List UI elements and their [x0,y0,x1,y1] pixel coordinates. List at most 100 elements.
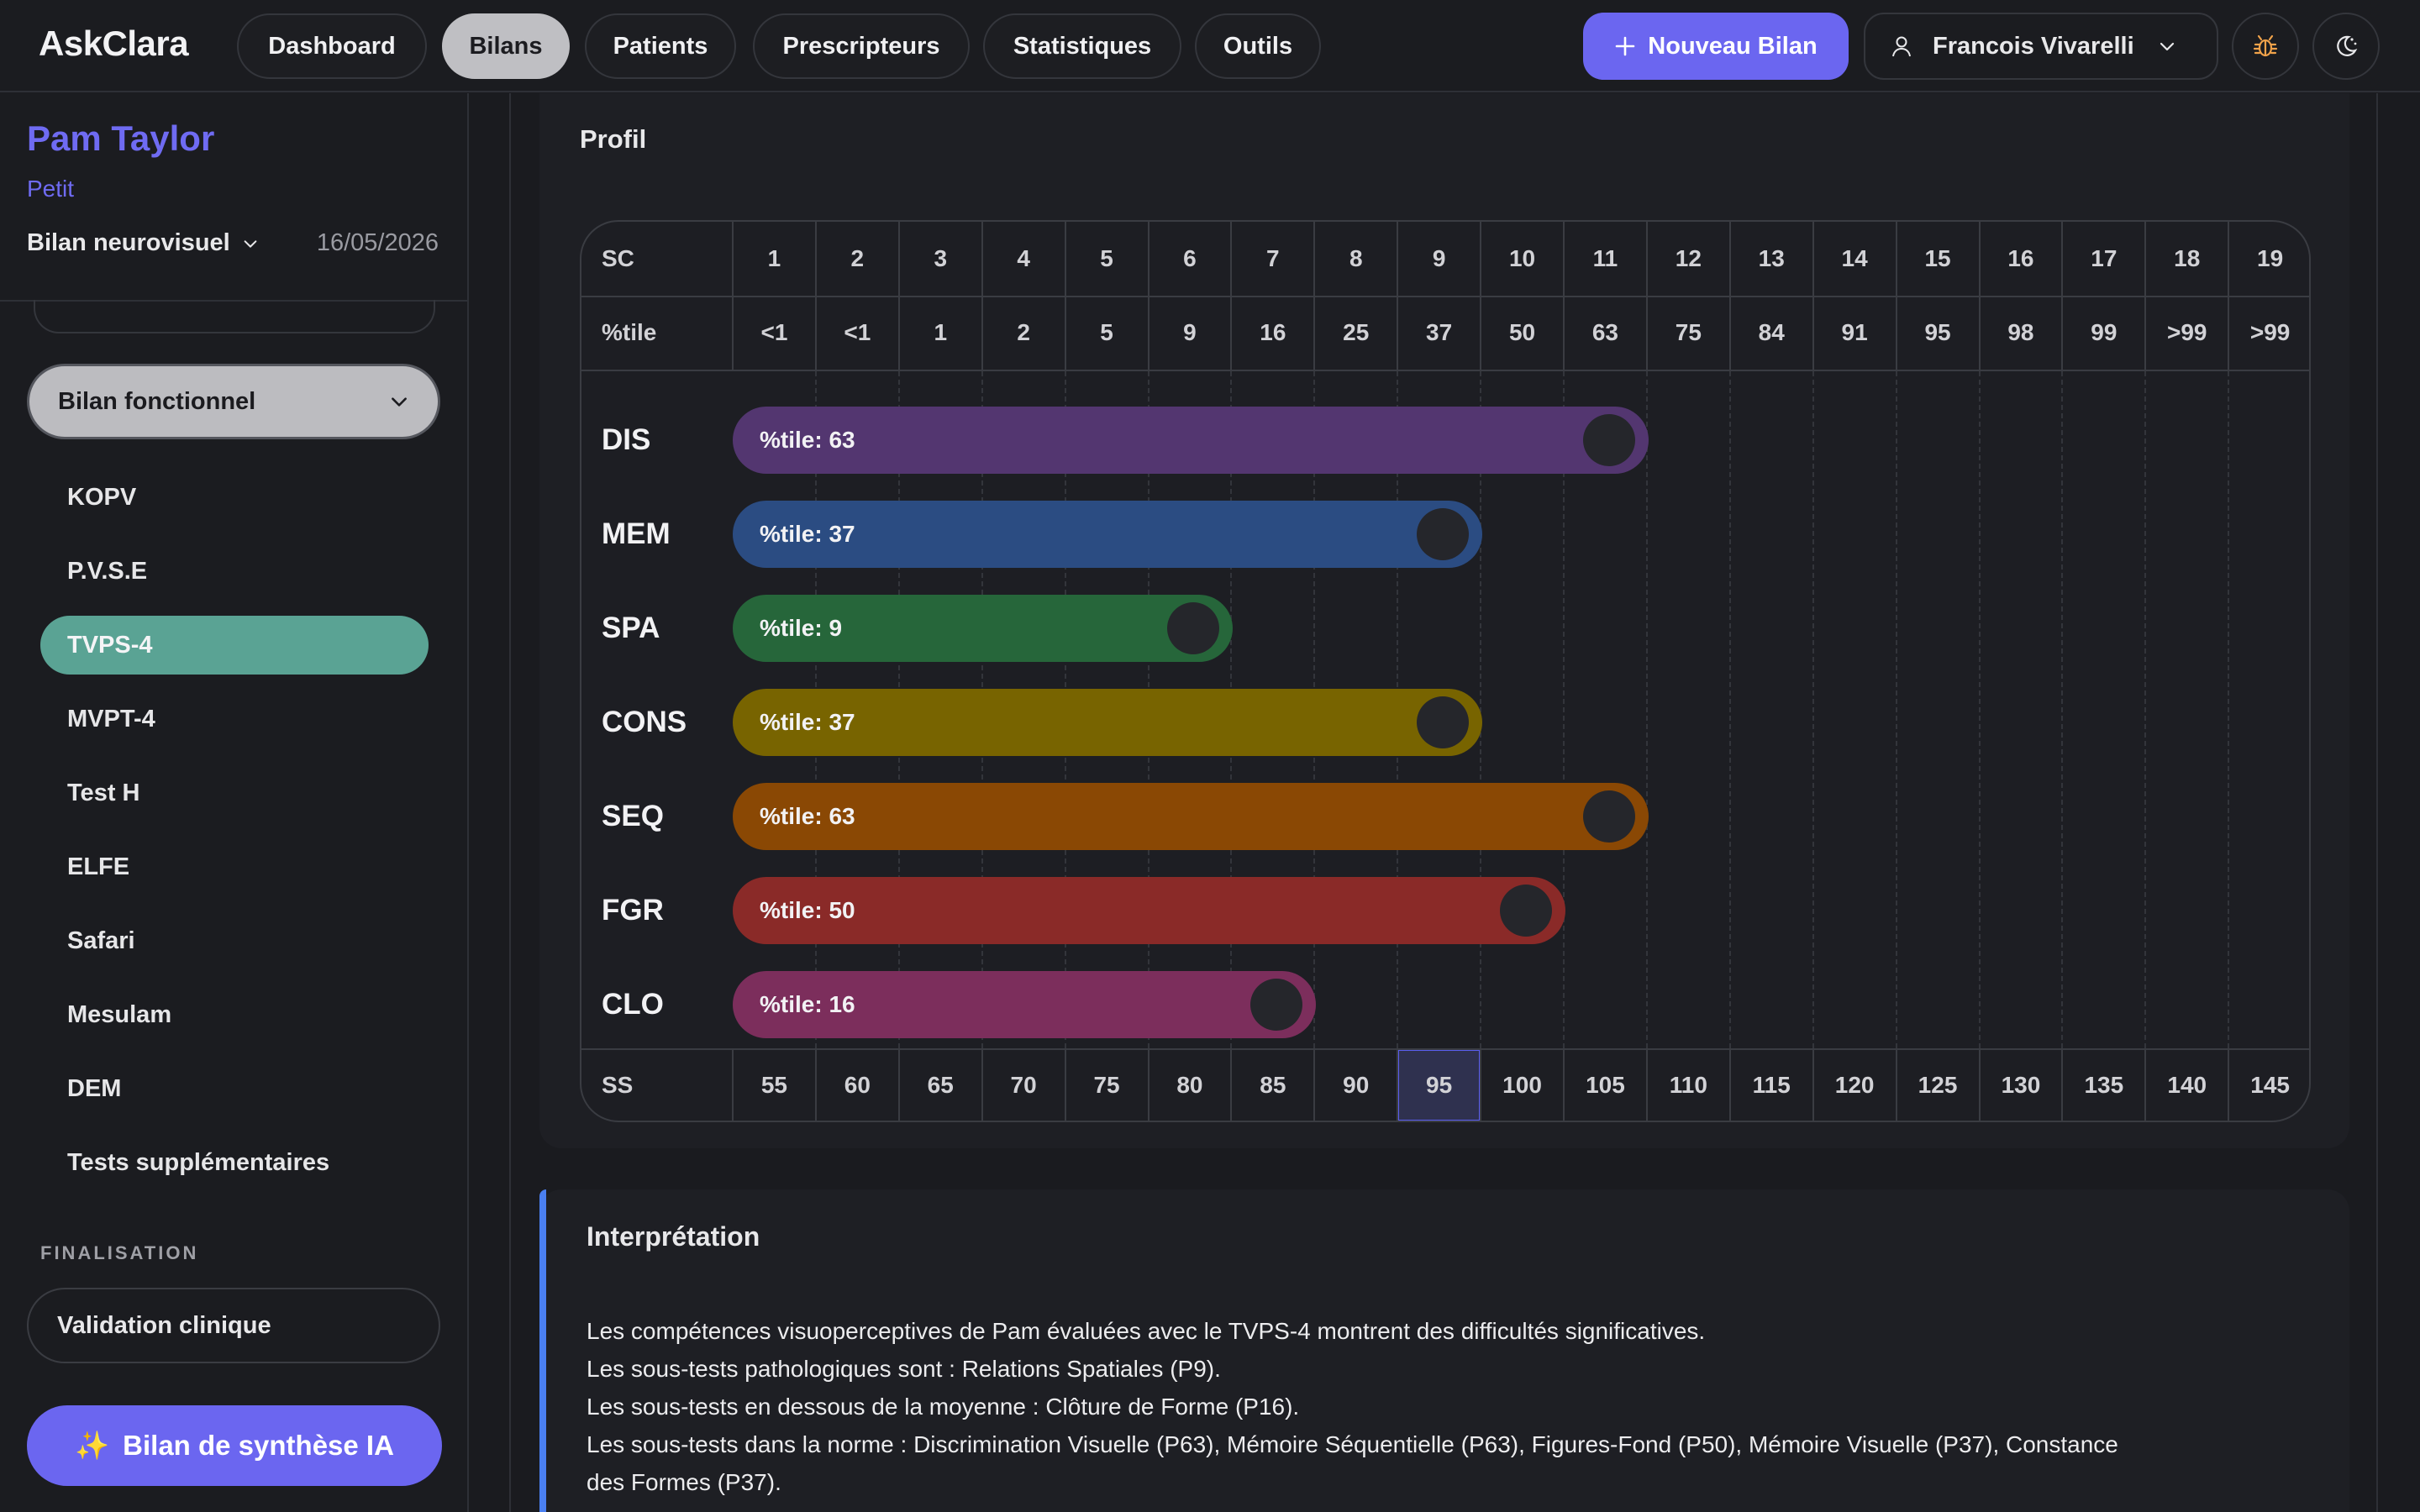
sidebar-item-tests-supplementaires[interactable]: Tests supplémentaires [40,1133,429,1192]
profil-chart: SC %tile SS 1 2 3 4 5 6 7 8 9 10 11 12 13 14 15 16 17 18 19 <1… [580,220,2311,1122]
profil-title: Profil [580,124,647,154]
sc-cell: 3 [934,245,948,271]
new-bilan-button[interactable]: Nouveau Bilan [1583,13,1849,80]
grid-dash [1978,371,1981,1048]
score-bar-handle[interactable] [1417,696,1470,748]
interpretation-accent-bar [539,1189,546,1512]
app-logo[interactable]: AskClara [39,24,189,64]
score-bar-dis[interactable]: %tile: 63 [733,407,1649,474]
percentile-cell: 91 [1841,319,1868,345]
ss-cell: 145 [2250,1072,2290,1098]
sidebar-item-tvps4[interactable]: TVPS-4 [40,616,429,675]
scrollbar-track[interactable] [2376,93,2378,1512]
scrolled-item [34,300,435,333]
score-bar-handle[interactable] [1582,414,1635,466]
sidebar-item-pvse[interactable]: P.V.S.E [40,542,429,601]
theme-toggle-icon [2337,35,2358,56]
ss-cell: 120 [1834,1072,1875,1098]
nav-prescripteurs[interactable]: Prescripteurs [753,13,970,79]
bilan-date: 16/05/2026 [316,229,439,256]
ss-cell: 130 [2001,1072,2041,1098]
sc-cell: 15 [1924,245,1951,271]
interpretation-line: Les compétences visuoperceptives de Pam … [587,1318,1706,1344]
sidebar-item-dem[interactable]: DEM [40,1059,429,1118]
score-bar-handle[interactable] [1250,979,1303,1031]
sc-cell: 2 [850,245,865,271]
sc-cell: 1 [767,245,781,271]
score-bar-handle[interactable] [1582,790,1635,843]
sc-cell: 14 [1841,245,1868,271]
finalisation-section-label: FINALISATION [40,1242,199,1263]
score-bar-cons[interactable]: %tile: 37 [733,689,1483,756]
theme-toggle-button[interactable] [2312,13,2380,80]
nav-statistiques[interactable]: Statistiques [983,13,1181,79]
sc-cell: 18 [2174,245,2201,271]
bar-label-seq: SEQ [602,800,664,832]
nav-bilans[interactable]: Bilans [442,13,570,79]
bilan-type-selector[interactable]: Bilan neurovisuel [27,229,259,257]
interpretation-title: Interprétation [587,1221,760,1252]
user-menu-button[interactable]: Francois Vivarelli [1864,13,2218,80]
sc-cell: 11 [1592,245,1618,271]
sidebar-item-test-h[interactable]: Test H [40,764,429,822]
score-bar-text: %tile: 63 [760,427,855,453]
bar-label-cons: CONS [602,706,687,738]
ss-cell: 55 [760,1072,788,1098]
score-bar-seq[interactable]: %tile: 63 [733,783,1649,850]
bug-icon [2253,34,2278,57]
score-bar-mem[interactable]: %tile: 37 [733,501,1483,568]
percentile-cell: 5 [1100,319,1113,345]
sidebar-item-kopv[interactable]: KOPV [40,468,429,527]
bar-label-dis: DIS [602,423,651,456]
validation-clinique-button[interactable]: Validation clinique [27,1288,440,1363]
ss-cell: 80 [1176,1072,1203,1098]
chevron-down-icon [2160,42,2174,51]
sc-cell: 10 [1508,245,1536,271]
score-bar-text: %tile: 16 [760,991,855,1017]
sc-cell: 6 [1183,245,1197,271]
patient-name[interactable]: Pam Taylor [27,118,214,159]
percentile-cell: 16 [1260,319,1286,345]
sc-cell: 9 [1432,245,1446,271]
bilan-synthese-ia-button[interactable]: ✨ Bilan de synthèse IA [27,1405,442,1486]
score-bar-text: %tile: 9 [760,615,843,641]
plus-icon [1615,36,1635,56]
chevron-down-icon [392,397,407,407]
percentile-cell: 99 [2091,319,2118,345]
score-bar-fgr[interactable]: %tile: 50 [733,877,1565,944]
bug-report-button[interactable] [2232,13,2299,80]
nav-dashboard[interactable]: Dashboard [237,13,427,79]
score-bar-text: %tile: 50 [760,897,855,923]
sidebar-item-elfe[interactable]: ELFE [40,837,429,896]
score-bar-spa[interactable]: %tile: 9 [733,595,1234,662]
percentile-cell: 25 [1343,319,1370,345]
grid-dash [2061,371,2064,1048]
row-divider [581,370,2309,371]
sc-cell: 16 [2007,245,2034,271]
sc-cell: 12 [1675,245,1702,271]
sc-cell: 19 [2257,245,2284,271]
nav-patients[interactable]: Patients [585,13,736,79]
grid-dash [1728,371,1731,1048]
ss-cell: 75 [1093,1072,1120,1098]
ss-cell: 60 [844,1072,871,1098]
chevron-down-icon [244,239,257,248]
bilan-type-label: Bilan neurovisuel [27,229,230,256]
section-dropdown[interactable]: Bilan fonctionnel [27,364,440,439]
sidebar-item-safari[interactable]: Safari [40,911,429,970]
patient-subtitle: Petit [27,176,75,202]
sidebar-item-mvpt4[interactable]: MVPT-4 [40,690,429,748]
score-bar-handle[interactable] [1417,508,1470,560]
score-bar-handle[interactable] [1500,885,1552,937]
interpretation-line: Les sous-tests pathologiques sont : Rela… [587,1356,1221,1382]
score-bar-clo[interactable]: %tile: 16 [733,971,1317,1038]
content-left-border [509,93,511,1512]
ss-cell: 110 [1669,1072,1707,1098]
bar-label-fgr: FGR [602,894,664,927]
user-icon [1892,36,1911,57]
nav-outils[interactable]: Outils [1195,13,1321,79]
sparkles-icon: ✨ [75,1429,110,1461]
sidebar-item-mesulam[interactable]: Mesulam [40,985,429,1044]
percentile-cell: 84 [1758,319,1785,345]
score-bar-handle[interactable] [1167,602,1220,654]
